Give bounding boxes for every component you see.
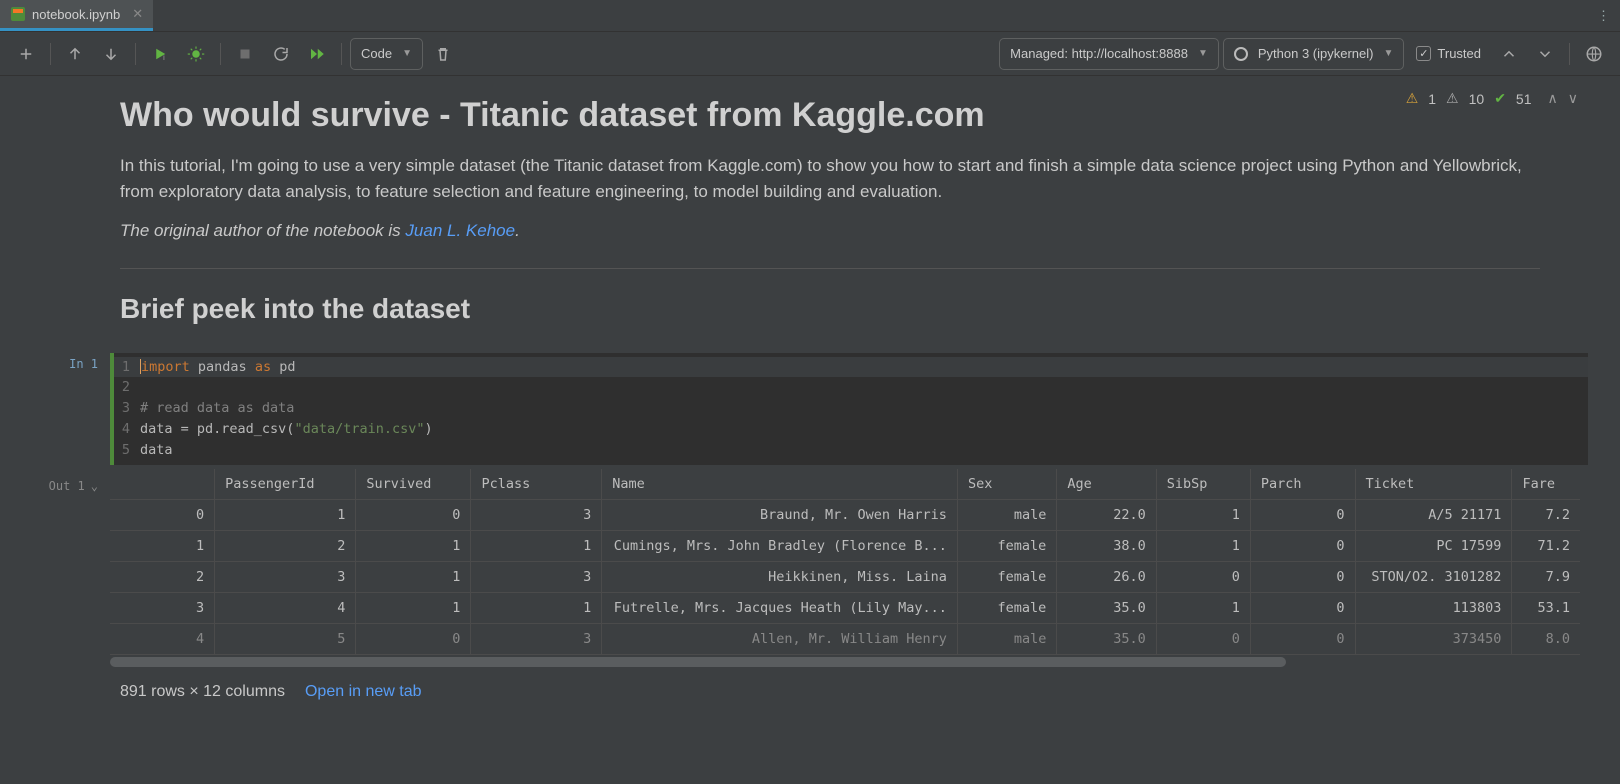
trusted-label: Trusted bbox=[1437, 46, 1481, 61]
inspection-status[interactable]: ⚠ 1 ⚠ 10 ✔ 51 ∧ ∨ bbox=[1406, 90, 1578, 107]
kernel-label: Python 3 (ipykernel) bbox=[1258, 46, 1374, 61]
horizontal-scrollbar[interactable] bbox=[110, 657, 1580, 669]
tab-overflow-icon[interactable]: ⋮ bbox=[1587, 0, 1620, 31]
code-cell[interactable]: In 1 1import pandas as pd 2 3# read data… bbox=[20, 353, 1620, 466]
table-row[interactable]: 4503Allen, Mr. William Henrymale35.00037… bbox=[110, 624, 1580, 655]
table-header-row: PassengerId Survived Pclass Name Sex Age… bbox=[110, 469, 1580, 500]
kernel-status-icon bbox=[1234, 47, 1248, 61]
tab-bar: notebook.ipynb ✕ ⋮ bbox=[0, 0, 1620, 32]
move-up-button[interactable] bbox=[59, 38, 91, 70]
restart-button[interactable] bbox=[265, 38, 297, 70]
debug-button[interactable] bbox=[180, 38, 212, 70]
chevron-down-icon[interactable]: ∨ bbox=[1568, 90, 1578, 107]
trusted-toggle[interactable]: ✓ Trusted bbox=[1408, 46, 1489, 61]
chevron-down-icon: ▼ bbox=[1384, 48, 1394, 59]
add-cell-button[interactable] bbox=[10, 38, 42, 70]
dataframe-table[interactable]: PassengerId Survived Pclass Name Sex Age… bbox=[110, 469, 1580, 655]
cell-type-label: Code bbox=[361, 46, 392, 61]
output-footer: 891 rows × 12 columns Open in new tab bbox=[120, 683, 1620, 701]
input-prompt: In 1 bbox=[20, 353, 110, 466]
file-tab[interactable]: notebook.ipynb ✕ bbox=[0, 0, 153, 31]
table-row[interactable]: 1211Cumings, Mrs. John Bradley (Florence… bbox=[110, 531, 1580, 562]
ok-count: 51 bbox=[1516, 91, 1532, 107]
server-label: Managed: http://localhost:8888 bbox=[1010, 46, 1188, 61]
chevron-down-icon: ▼ bbox=[402, 48, 412, 59]
chevron-up-icon[interactable]: ∧ bbox=[1548, 90, 1558, 107]
author-prefix: The original author of the notebook is bbox=[120, 221, 405, 240]
svg-text:I: I bbox=[163, 55, 165, 62]
chevron-down-icon[interactable]: ⌄ bbox=[91, 479, 98, 493]
weak-warning-icon: ⚠ bbox=[1446, 90, 1459, 107]
open-in-new-tab-link[interactable]: Open in new tab bbox=[305, 683, 422, 701]
table-row[interactable]: 3411Futrelle, Mrs. Jacques Heath (Lily M… bbox=[110, 593, 1580, 624]
checkbox-icon: ✓ bbox=[1416, 46, 1431, 61]
ok-icon: ✔ bbox=[1494, 90, 1506, 107]
table-row[interactable]: 2313Heikkinen, Miss. Lainafemale26.000ST… bbox=[110, 562, 1580, 593]
output-prompt: Out 1 ⌄ bbox=[20, 469, 110, 669]
close-icon[interactable]: ✕ bbox=[132, 6, 143, 22]
delete-button[interactable] bbox=[427, 38, 459, 70]
notebook-body: ⚠ 1 ⚠ 10 ✔ 51 ∧ ∨ Who would survive - Titan… bbox=[0, 76, 1620, 784]
tab-filename: notebook.ipynb bbox=[32, 7, 120, 22]
warning-count: 1 bbox=[1428, 91, 1436, 107]
output-cell: Out 1 ⌄ ⋮ PassengerId Survived Pclass bbox=[20, 469, 1620, 669]
section-title: Brief peek into the dataset bbox=[120, 293, 1540, 325]
intro-paragraph: In this tutorial, I'm going to use a ver… bbox=[120, 153, 1540, 204]
jupyter-icon bbox=[10, 6, 26, 22]
author-paragraph: The original author of the notebook is J… bbox=[120, 218, 1540, 244]
warning-icon: ⚠ bbox=[1406, 90, 1419, 107]
run-cell-button[interactable]: I bbox=[144, 38, 176, 70]
globe-icon[interactable] bbox=[1578, 38, 1610, 70]
weak-warning-count: 10 bbox=[1469, 91, 1485, 107]
divider bbox=[120, 268, 1540, 269]
author-link[interactable]: Juan L. Kehoe bbox=[405, 221, 515, 240]
code-editor[interactable]: 1import pandas as pd 2 3# read data as d… bbox=[110, 353, 1588, 466]
row-summary: 891 rows × 12 columns bbox=[120, 683, 285, 701]
cell-type-dropdown[interactable]: Code ▼ bbox=[350, 38, 423, 70]
collapse-down-button[interactable] bbox=[1529, 38, 1561, 70]
page-title: Who would survive - Titanic dataset from… bbox=[120, 96, 1540, 135]
run-all-button[interactable] bbox=[301, 38, 333, 70]
move-down-button[interactable] bbox=[95, 38, 127, 70]
chevron-down-icon: ▼ bbox=[1198, 48, 1208, 59]
collapse-up-button[interactable] bbox=[1493, 38, 1525, 70]
toolbar: I Code ▼ Managed: http://localhost:8888 … bbox=[0, 32, 1620, 76]
author-suffix: . bbox=[515, 221, 520, 240]
table-row[interactable]: 0103Braund, Mr. Owen Harrismale22.010A/5… bbox=[110, 500, 1580, 531]
kernel-dropdown[interactable]: Python 3 (ipykernel) ▼ bbox=[1223, 38, 1405, 70]
server-dropdown[interactable]: Managed: http://localhost:8888 ▼ bbox=[999, 38, 1219, 70]
stop-button[interactable] bbox=[229, 38, 261, 70]
